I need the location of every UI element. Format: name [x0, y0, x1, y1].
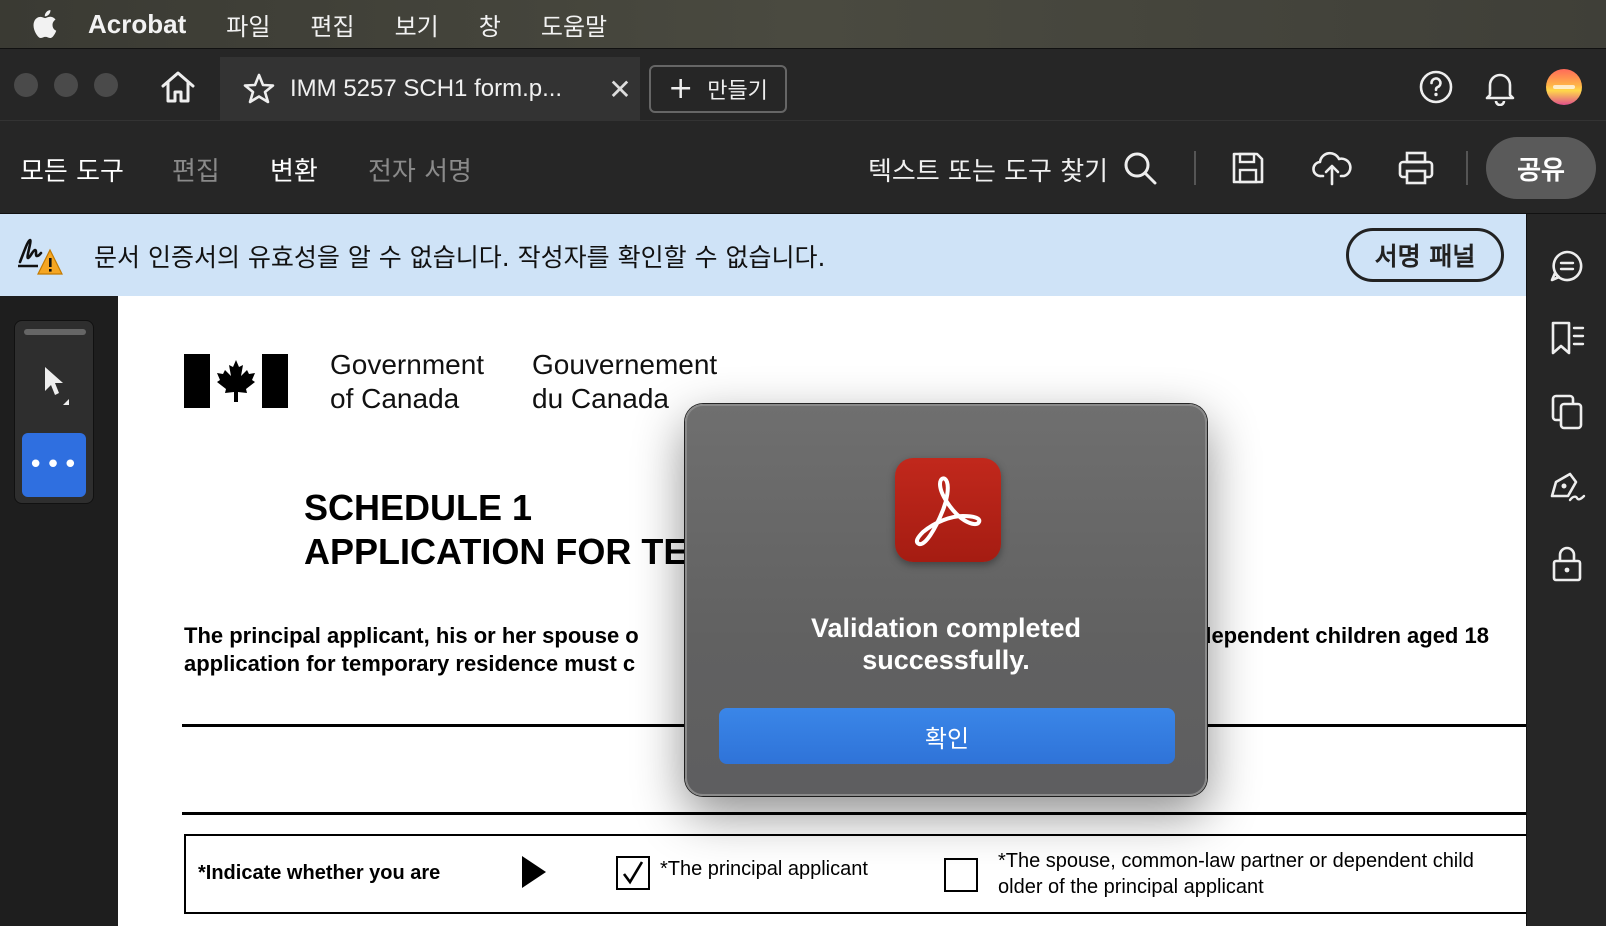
tab-bar: IMM 5257 SCH1 form.p... ✕ + 만들기 — [0, 48, 1606, 121]
toolbar-divider — [1194, 151, 1196, 185]
select-cursor-icon[interactable] — [35, 359, 75, 409]
government-of-canada-text: Government of Canada — [330, 348, 484, 416]
signature-warning-banner: 문서 인증서의 유효성을 알 수 없습니다. 작성자를 확인할 수 없습니다. … — [0, 214, 1526, 296]
create-label: 만들기 — [707, 79, 768, 104]
help-icon[interactable] — [1416, 67, 1456, 107]
spouse-dependent-label: *The spouse, common-law partner or depen… — [998, 848, 1474, 900]
menu-help[interactable]: 도움말 — [541, 7, 607, 42]
intro-paragraph: The principal applicant, his or her spou… — [184, 622, 639, 678]
schedule-title: SCHEDULE 1 APPLICATION FOR TE — [304, 487, 688, 572]
document-tab[interactable]: IMM 5257 SCH1 form.p... ✕ — [220, 57, 640, 121]
menu-file[interactable]: 파일 — [226, 7, 270, 42]
gov-en-line-2: of Canada — [330, 383, 460, 414]
save-icon[interactable] — [1226, 146, 1270, 190]
banner-message: 문서 인증서의 유효성을 알 수 없습니다. 작성자를 확인할 수 없습니다. — [94, 243, 826, 272]
menu-window[interactable]: 창 — [479, 7, 501, 42]
tab-all-tools[interactable]: 모든 도구 — [20, 151, 124, 188]
spouse-label-line-2: older of the principal applicant — [998, 876, 1264, 898]
search-icon[interactable] — [1118, 146, 1162, 190]
gov-en-line-1: Government — [330, 349, 485, 380]
comment-icon[interactable] — [1547, 246, 1587, 286]
pages-icon[interactable] — [1547, 392, 1587, 432]
tab-convert[interactable]: 변환 — [270, 151, 318, 188]
window-zoom-button[interactable] — [94, 73, 118, 97]
create-button[interactable]: + 만들기 — [649, 65, 787, 113]
menu-bar: Acrobat 파일 편집 보기 창 도움말 — [0, 0, 1606, 48]
canada-flag-logo — [184, 354, 288, 408]
share-button[interactable]: 공유 — [1486, 137, 1596, 199]
window-minimize-button[interactable] — [54, 73, 78, 97]
fill-and-sign-icon[interactable] — [1547, 466, 1587, 506]
print-icon[interactable] — [1394, 146, 1438, 190]
apple-menu-icon[interactable] — [0, 9, 88, 39]
find-text-or-tools[interactable]: 텍스트 또는 도구 찾기 — [868, 151, 1108, 188]
intro-line-1: The principal applicant, his or her spou… — [184, 623, 639, 648]
tab-title: IMM 5257 SCH1 form.p... — [290, 75, 563, 102]
star-icon[interactable] — [242, 72, 276, 106]
home-icon[interactable] — [158, 67, 198, 107]
principal-applicant-checkbox[interactable] — [616, 856, 650, 890]
acrobat-logo-icon — [895, 458, 1001, 562]
plus-icon: + — [668, 71, 694, 106]
tab-close-icon[interactable]: ✕ — [600, 73, 640, 106]
gouvernement-du-canada-text: Gouvernement du Canada — [532, 348, 717, 416]
main-toolbar: 모든 도구 편집 변환 전자 서명 텍스트 또는 도구 찾기 공유 — [0, 120, 1606, 214]
menu-edit[interactable]: 편집 — [310, 7, 354, 42]
bookmark-icon[interactable] — [1547, 318, 1587, 358]
cloud-upload-icon[interactable] — [1310, 146, 1354, 190]
signature-warning-icon — [16, 232, 64, 280]
spouse-dependent-checkbox[interactable] — [944, 858, 978, 892]
principal-applicant-label: *The principal applicant — [660, 858, 868, 880]
divider-line — [182, 812, 1526, 815]
notifications-bell-icon[interactable] — [1480, 67, 1520, 107]
toolbar-divider — [1466, 151, 1468, 185]
drag-handle[interactable] — [24, 329, 86, 335]
indicate-label: *Indicate whether you are — [198, 862, 441, 884]
pointer-arrow-icon — [522, 856, 546, 888]
tab-edit[interactable]: 편집 — [172, 151, 220, 188]
tab-e-sign[interactable]: 전자 서명 — [368, 151, 472, 188]
gov-fr-line-1: Gouvernement — [532, 349, 718, 380]
quick-tools-palette: ••• — [14, 320, 94, 504]
signature-panel-button[interactable]: 서명 패널 — [1346, 228, 1504, 282]
dialog-message: Validation completed successfully. — [810, 613, 1082, 675]
validation-dialog: Validation completed successfully. 확인 — [685, 404, 1207, 796]
user-avatar[interactable] — [1544, 67, 1584, 107]
intro-paragraph-right: dependent children aged 18 — [1198, 623, 1489, 648]
applicant-type-row: *Indicate whether you are *The principal… — [184, 834, 1526, 914]
more-tools-button[interactable]: ••• — [22, 433, 86, 497]
app-menu-acrobat[interactable]: Acrobat — [88, 9, 186, 40]
right-side-rail — [1526, 214, 1606, 926]
window-close-button[interactable] — [14, 73, 38, 97]
protect-lock-icon[interactable] — [1547, 544, 1587, 584]
spouse-label-line-1: *The spouse, common-law partner or depen… — [998, 850, 1474, 872]
intro-line-2: application for temporary residence must… — [184, 651, 636, 676]
ok-button[interactable]: 확인 — [719, 708, 1175, 764]
menu-view[interactable]: 보기 — [395, 7, 439, 42]
